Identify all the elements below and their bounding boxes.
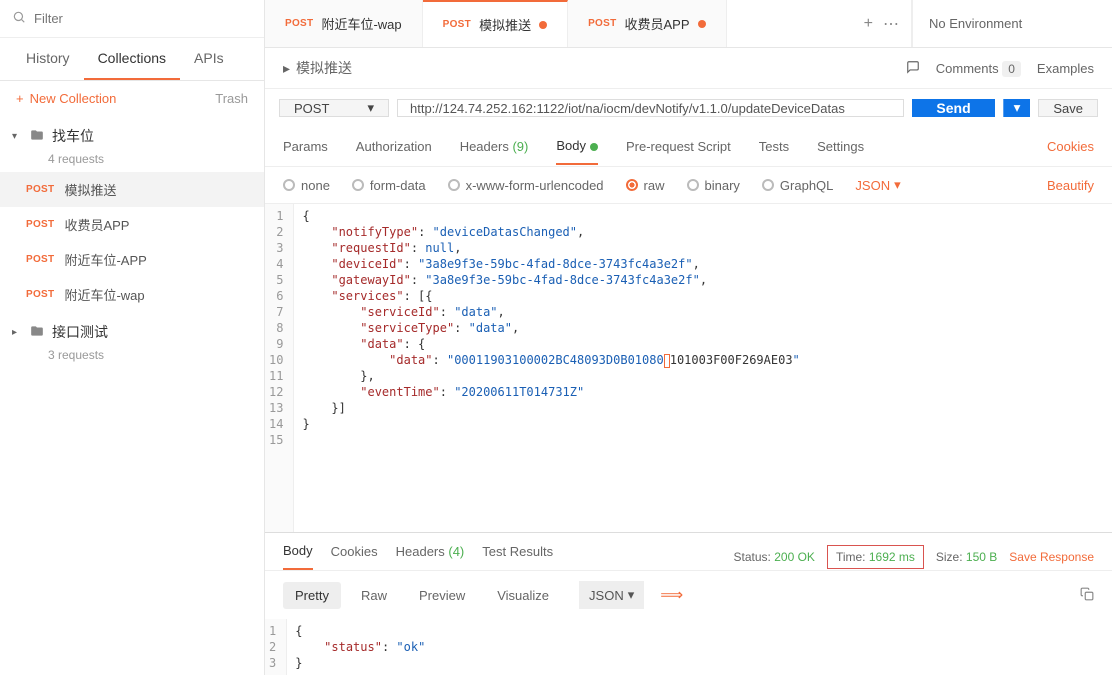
dirty-indicator bbox=[539, 21, 547, 29]
request-tab[interactable]: POST 模拟推送 bbox=[423, 0, 568, 47]
response-tab-cookies[interactable]: Cookies bbox=[331, 544, 378, 569]
chevron-right-icon: ▸ bbox=[12, 327, 22, 338]
request-item[interactable]: POST 附近车位-wap bbox=[0, 277, 264, 312]
body-formdata-radio[interactable]: form-data bbox=[352, 178, 426, 193]
tab-history[interactable]: History bbox=[12, 38, 84, 80]
examples-link[interactable]: Examples bbox=[1037, 61, 1094, 76]
filter-input[interactable] bbox=[34, 11, 252, 26]
request-name: 附近车位-wap bbox=[64, 285, 144, 304]
section-params[interactable]: Params bbox=[283, 129, 328, 164]
body-xwww-radio[interactable]: x-www-form-urlencoded bbox=[448, 178, 604, 193]
response-tab-body[interactable]: Body bbox=[283, 543, 313, 570]
chevron-down-icon: ▾ bbox=[12, 131, 22, 142]
copy-response-icon[interactable] bbox=[1080, 587, 1094, 604]
body-graphql-radio[interactable]: GraphQL bbox=[762, 178, 833, 193]
body-language-selector[interactable]: JSON ▾ bbox=[855, 177, 900, 193]
trash-link[interactable]: Trash bbox=[215, 91, 248, 106]
folder-icon bbox=[30, 324, 44, 341]
request-tab[interactable]: POST 附近车位-wap bbox=[265, 0, 423, 47]
comments-link[interactable]: Comments 0 bbox=[936, 61, 1021, 76]
section-headers[interactable]: Headers (9) bbox=[460, 129, 529, 164]
request-name: 附近车位-APP bbox=[64, 250, 146, 269]
response-preview[interactable]: Preview bbox=[407, 582, 477, 609]
environment-selector[interactable]: No Environment bbox=[912, 0, 1112, 47]
collection-subtitle: 4 requests bbox=[48, 152, 264, 166]
section-prerequest[interactable]: Pre-request Script bbox=[626, 129, 731, 164]
search-icon bbox=[12, 10, 26, 27]
tab-options-button[interactable]: ⋯ bbox=[883, 14, 899, 34]
request-tab[interactable]: POST 收费员APP bbox=[568, 0, 726, 47]
cookies-link[interactable]: Cookies bbox=[1047, 139, 1094, 154]
request-item[interactable]: POST 附近车位-APP bbox=[0, 242, 264, 277]
request-name: 收费员APP bbox=[64, 215, 129, 234]
send-button[interactable]: Send bbox=[912, 99, 994, 117]
send-dropdown[interactable]: ▾ bbox=[1003, 99, 1031, 117]
request-name: 模拟推送 bbox=[64, 180, 116, 199]
tab-title: 附近车位-wap bbox=[321, 14, 401, 33]
method-badge: POST bbox=[443, 19, 471, 30]
method-badge: POST bbox=[26, 219, 54, 230]
request-item[interactable]: POST 收费员APP bbox=[0, 207, 264, 242]
folder-icon bbox=[30, 128, 44, 145]
response-tab-tests[interactable]: Test Results bbox=[482, 544, 553, 569]
chevron-down-icon: ▾ bbox=[894, 177, 901, 193]
new-collection-button[interactable]: + New Collection bbox=[16, 91, 116, 106]
response-visualize[interactable]: Visualize bbox=[485, 582, 561, 609]
method-badge: POST bbox=[26, 254, 54, 265]
chevron-right-icon: ▸ bbox=[283, 60, 290, 77]
section-tests[interactable]: Tests bbox=[759, 129, 789, 164]
comments-icon bbox=[906, 60, 920, 77]
body-none-radio[interactable]: none bbox=[283, 178, 330, 193]
body-indicator-dot bbox=[590, 143, 598, 151]
section-settings[interactable]: Settings bbox=[817, 129, 864, 164]
response-pretty[interactable]: Pretty bbox=[283, 582, 341, 609]
status-label: Status: 200 OK bbox=[734, 550, 815, 564]
wrap-lines-icon[interactable]: ⟹ bbox=[660, 585, 683, 605]
method-badge: POST bbox=[26, 289, 54, 300]
new-tab-button[interactable]: + bbox=[864, 15, 873, 33]
request-item[interactable]: POST 模拟推送 bbox=[0, 172, 264, 207]
chevron-down-icon: ▾ bbox=[367, 100, 374, 116]
request-title: 模拟推送 bbox=[296, 58, 352, 78]
body-raw-radio[interactable]: raw bbox=[626, 178, 665, 193]
sidebar: History Collections APIs + New Collectio… bbox=[0, 0, 265, 675]
tab-title: 收费员APP bbox=[625, 14, 690, 33]
collection-header[interactable]: ▸ 接口测试 bbox=[0, 312, 264, 352]
plus-icon: + bbox=[16, 91, 24, 106]
tab-collections[interactable]: Collections bbox=[84, 38, 180, 80]
request-body-editor[interactable]: 123456789101112131415 { "notifyType": "d… bbox=[265, 203, 1112, 532]
chevron-down-icon: ▾ bbox=[628, 587, 635, 603]
collection-name: 找车位 bbox=[52, 126, 94, 146]
tab-title: 模拟推送 bbox=[479, 15, 531, 34]
time-label: Time: 1692 ms bbox=[827, 545, 924, 569]
collection-subtitle: 3 requests bbox=[48, 348, 264, 362]
url-input[interactable] bbox=[397, 99, 904, 117]
section-authorization[interactable]: Authorization bbox=[356, 129, 432, 164]
body-binary-radio[interactable]: binary bbox=[687, 178, 740, 193]
response-body-viewer[interactable]: 123 { "status": "ok"} bbox=[265, 619, 1112, 675]
method-badge: POST bbox=[285, 18, 313, 29]
method-selector[interactable]: POST ▾ bbox=[279, 99, 389, 117]
collection-header[interactable]: ▾ 找车位 bbox=[0, 116, 264, 156]
collection-name: 接口测试 bbox=[52, 322, 108, 342]
save-button[interactable]: Save bbox=[1038, 99, 1098, 117]
method-badge: POST bbox=[588, 18, 616, 29]
beautify-button[interactable]: Beautify bbox=[1047, 178, 1094, 193]
section-body[interactable]: Body bbox=[556, 128, 598, 165]
tab-apis[interactable]: APIs bbox=[180, 38, 238, 80]
sidebar-tabs: History Collections APIs bbox=[0, 38, 264, 81]
dirty-indicator bbox=[698, 20, 706, 28]
response-tab-headers[interactable]: Headers (4) bbox=[396, 544, 465, 569]
response-raw[interactable]: Raw bbox=[349, 582, 399, 609]
main-panel: POST 附近车位-wap POST 模拟推送 POST 收费员APP + ⋯ No En… bbox=[265, 0, 1112, 675]
size-label: Size: 150 B bbox=[936, 550, 997, 564]
method-badge: POST bbox=[26, 184, 54, 195]
response-lang-selector[interactable]: JSON ▾ bbox=[579, 581, 644, 609]
save-response-button[interactable]: Save Response bbox=[1009, 550, 1094, 564]
